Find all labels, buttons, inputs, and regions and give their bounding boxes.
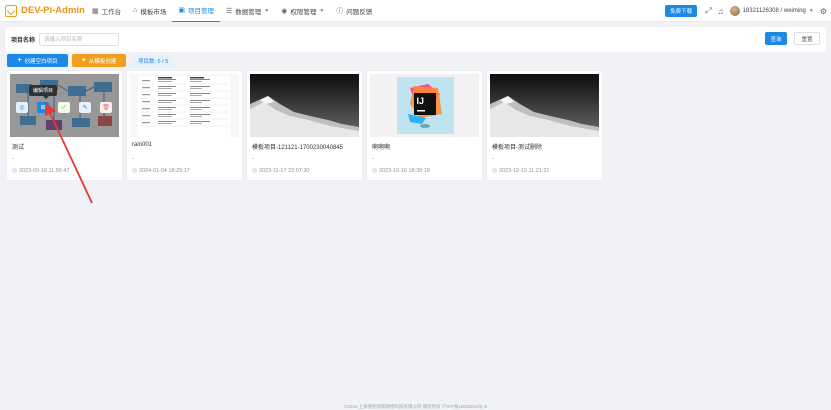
chevron-down-icon[interactable]: ▼ (809, 8, 814, 14)
folder-icon: ▣ (178, 7, 185, 14)
card-timestamp: ◷ 2023-11-17 22:07:30 (252, 168, 309, 174)
create-from-template-button[interactable]: + 从模板创建 (72, 54, 126, 67)
card-timestamp: ◷ 2023-10-16 18:39:18 (372, 168, 430, 174)
question-icon: ⓘ (336, 7, 344, 15)
card-title: 啊啊啊 (372, 145, 391, 151)
project-card-list: ◎ ⊞ ✓ ✎ 🗑 编辑项目 测试 - ◷ 2023-09-18 11:56:47 rain001-… (7, 71, 607, 180)
edit-project-tooltip: 编辑项目 (29, 85, 58, 99)
project-name-input[interactable] (39, 33, 120, 46)
project-thumbnail[interactable] (130, 74, 239, 137)
card-timestamp: ◷ 2023-12-13 11:21:21 (492, 168, 549, 174)
query-button[interactable]: 查询 (765, 32, 787, 45)
intellij-thumbnail: IJ (370, 74, 479, 137)
nav-item-0[interactable]: ▦ 工作台 (86, 0, 127, 22)
plus-icon: + (17, 57, 22, 64)
project-count-badge: 项目数: 5 / 5 (133, 54, 174, 67)
card-timestamp: ◷ 2024-01-04 18:29:17 (132, 168, 190, 174)
project-card[interactable]: rain001 - ◷ 2024-01-04 18:29:17 (127, 71, 242, 180)
user-name[interactable]: 18321126308 / weiming (743, 8, 806, 14)
project-card[interactable]: IJ 啊啊啊 - ◷ 2023-10-16 18:39:18 (367, 71, 482, 180)
logo-icon (5, 4, 17, 17)
card-title: 模板项目-121121-1700230040845 (252, 145, 343, 151)
nav-label: 项目管理 (187, 8, 214, 15)
clock-icon: ◷ (372, 168, 377, 174)
project-card[interactable]: 模板项目-121121-1700230040845 - ◷ 2023-11-17 22… (247, 71, 362, 180)
project-thumbnail[interactable] (490, 74, 599, 137)
fullscreen-icon[interactable]: ⤢ (705, 6, 711, 16)
bell-icon[interactable]: ♫ (718, 7, 724, 16)
card-timestamp: ◷ 2023-09-18 11:56:47 (12, 168, 69, 174)
nav-item-3[interactable]: ☰ 数据管理 ▼ (220, 0, 275, 22)
app-title: DEV-Pi-Admin (21, 5, 85, 16)
user-icon: ◉ (281, 7, 288, 15)
card-description: - (132, 156, 134, 162)
check-icon[interactable]: ✓ (58, 102, 70, 113)
project-card[interactable]: ◎ ⊞ ✓ ✎ 🗑 编辑项目测试 - ◷ 2023-09-18 11:56:47 (7, 71, 122, 180)
card-title: 模板项目-测试删除 (492, 145, 542, 151)
nav-item-1[interactable]: ⌂ 模板市场 (127, 0, 172, 22)
nav-label: 工作台 (101, 8, 122, 16)
footer-copyright: ©2024 上海便利到家网络科技有限公司 版权所有 沪ICP备18038022号… (343, 404, 488, 409)
delete-icon[interactable]: 🗑 (100, 102, 112, 113)
nav-label: 模板市场 (140, 8, 167, 16)
card-description: - (492, 156, 494, 162)
card-description: - (372, 156, 374, 162)
download-button[interactable]: 免费下载 (665, 5, 698, 17)
grid-icon: ▦ (92, 7, 99, 15)
project-card[interactable]: 模板项目-测试删除 - ◷ 2023-12-13 11:21:21 (487, 71, 602, 180)
nav-label: 问题反馈 (346, 8, 373, 16)
mountain-thumbnail (490, 74, 599, 137)
card-description: - (252, 156, 254, 162)
card-time-value: 2024-01-04 18:29:17 (138, 168, 190, 174)
create-template-label: 从模板创建 (88, 58, 117, 65)
card-time-value: 2023-11-17 22:07:30 (258, 168, 310, 174)
clock-icon: ◷ (492, 168, 497, 174)
top-header: DEV-Pi-Admin ▦ 工作台 ⌂ 模板市场 ▣ 项目管理 ☰ 数据管理 ▼ ◉ 权限管理 ▼ ⓘ… (0, 0, 831, 22)
mountain-thumbnail (250, 74, 359, 137)
toolbar: + 创建空白项目 + 从模板创建 项目数: 5 / 5 (7, 54, 174, 67)
project-thumbnail[interactable]: IJ (370, 74, 479, 137)
clock-icon: ◷ (252, 168, 257, 174)
nav-item-4[interactable]: ◉ 权限管理 ▼ (275, 0, 330, 22)
card-time-value: 2023-10-16 18:39:18 (378, 168, 430, 174)
svg-text:IJ: IJ (417, 96, 425, 106)
nav-label: 数据管理 (235, 8, 262, 16)
plus-icon: + (81, 57, 86, 64)
clock-icon: ◷ (12, 168, 17, 174)
database-icon: ☰ (225, 7, 233, 15)
chevron-down-icon: ▼ (264, 7, 270, 14)
card-title: rain001 (132, 142, 153, 148)
create-blank-label: 创建空白项目 (24, 58, 58, 65)
logo[interactable]: DEV-Pi-Admin (0, 4, 86, 17)
pencil-icon[interactable]: ✎ (79, 102, 91, 113)
document-thumbnail (130, 74, 239, 137)
main-nav: ▦ 工作台 ⌂ 模板市场 ▣ 项目管理 ☰ 数据管理 ▼ ◉ 权限管理 ▼ ⓘ 问题反馈 (86, 0, 378, 22)
project-thumbnail[interactable]: ◎ ⊞ ✓ ✎ 🗑 编辑项目 (10, 74, 119, 137)
header-right: 免费下载 ⤢ ♫ 18321126308 / weiming ▼ ⚙ (665, 0, 827, 22)
store-icon: ⌂ (133, 7, 138, 14)
nav-label: 权限管理 (290, 8, 317, 16)
nav-item-5[interactable]: ⓘ 问题反馈 (330, 0, 378, 22)
search-label: 项目名称 (11, 38, 36, 44)
nav-item-2[interactable]: ▣ 项目管理 (172, 0, 220, 22)
card-time-value: 2023-12-13 11:21:21 (498, 168, 550, 174)
card-description: - (12, 156, 14, 162)
preview-icon[interactable]: ◎ (16, 102, 28, 113)
project-thumbnail[interactable] (250, 74, 359, 137)
create-blank-project-button[interactable]: + 创建空白项目 (7, 54, 68, 67)
clock-icon: ◷ (132, 168, 137, 174)
card-time-value: 2023-09-18 11:56:47 (18, 168, 70, 174)
chevron-down-icon: ▼ (319, 7, 325, 14)
search-panel: 项目名称 查询 重置 (5, 27, 826, 52)
edit-project-icon[interactable]: ⊞ (37, 102, 49, 113)
gear-icon[interactable]: ⚙ (820, 7, 827, 16)
avatar[interactable] (729, 6, 740, 16)
card-title: 测试 (12, 145, 25, 151)
reset-button[interactable]: 重置 (794, 32, 820, 45)
